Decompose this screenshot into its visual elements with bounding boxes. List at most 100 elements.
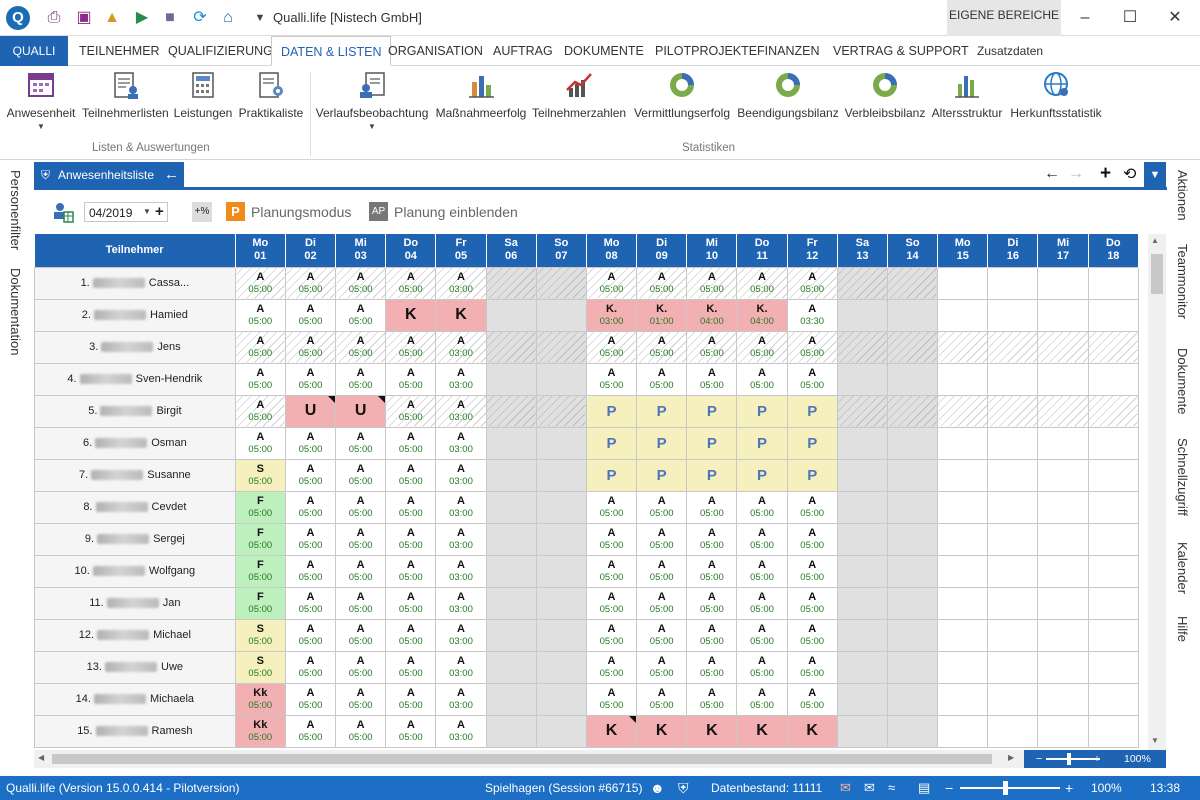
attendance-cell[interactable]: A 05:00 [335,586,387,620]
attendance-cell[interactable] [987,522,1039,556]
table-row[interactable]: 13. Uwe S 05:00 A 05:00 A 05:00 A 05:00 A 03:00 A 05… [34,650,1140,684]
attendance-cell[interactable]: A 03:00 [435,522,487,556]
column-header-day[interactable]: Do 11 [736,234,788,267]
attendance-cell[interactable] [987,394,1039,428]
layout-icon[interactable]: ▤ [918,776,930,800]
column-header-day[interactable]: Do 04 [385,234,437,267]
attendance-cell[interactable] [535,586,587,620]
vertical-scroll-thumb[interactable] [1151,254,1163,294]
attendance-cell[interactable] [485,586,537,620]
table-row[interactable]: 7. Susanne S 05:00 A 05:00 A 05:00 A 05:00 A 03:00… [34,458,1140,492]
attendance-cell[interactable] [937,330,989,364]
attendance-cell[interactable]: A 05:00 [335,362,387,396]
attendance-cell[interactable] [535,682,587,716]
attendance-cell[interactable] [1087,682,1140,716]
attendance-cell[interactable]: A 05:00 [585,682,638,716]
minimize-button[interactable]: – [1070,6,1100,30]
teammonitor-tab[interactable]: Teammonitor [1175,244,1190,319]
attendance-cell[interactable]: A 05:00 [686,266,738,300]
personenfilter-tab[interactable]: Personenfilter [8,170,23,250]
tab-organisation[interactable]: ORGANISATION [388,36,483,66]
massnahmeerfolg-button[interactable]: Maßnahmeerfolg [434,70,528,120]
attendance-cell[interactable]: A 05:00 [786,618,838,652]
attendance-cell[interactable] [836,618,888,652]
tab-daten-listen[interactable]: DATEN & LISTEN [271,36,392,66]
attendance-cell[interactable] [987,714,1039,748]
attendance-cell[interactable]: A 05:00 [736,554,788,588]
table-row[interactable]: 9. Sergej F 05:00 A 05:00 A 05:00 A 05:00 A 03:00 A… [34,522,1140,556]
attendance-cell[interactable] [836,586,888,620]
attendance-cell[interactable] [1037,522,1089,556]
attendance-cell[interactable]: A 05:00 [786,682,838,716]
attendance-cell[interactable]: K. 01:00 [636,298,688,332]
attendance-cell[interactable]: A 05:00 [585,650,638,684]
attendance-cell[interactable]: A 05:00 [736,330,788,364]
attendance-cell[interactable]: P [585,426,638,460]
attendance-cell[interactable] [987,490,1039,524]
attendance-cell[interactable] [535,394,587,428]
app-logo-icon[interactable]: Q [6,6,30,30]
attendance-cell[interactable]: F 05:00 [234,586,286,620]
attendance-cell[interactable]: A 03:00 [435,586,487,620]
attendance-cell[interactable]: K. 04:00 [686,298,738,332]
attendance-cell[interactable]: A 05:00 [335,522,387,556]
column-header-teilnehmer[interactable]: Teilnehmer [34,234,236,267]
attendance-cell[interactable] [1087,522,1140,556]
attendance-cell[interactable] [836,330,888,364]
attendance-cell[interactable]: P [686,426,738,460]
attendance-cell[interactable] [987,682,1039,716]
month-add-icon[interactable]: + [155,203,164,220]
attendance-cell[interactable] [987,618,1039,652]
attendance-cell[interactable]: A 05:00 [786,650,838,684]
attendance-cell[interactable]: A 05:00 [284,682,337,716]
attendance-cell[interactable]: A 05:00 [686,490,738,524]
attendance-cell[interactable]: A 05:00 [385,650,437,684]
attendance-cell[interactable] [1037,554,1089,588]
attendance-cell[interactable]: K [385,298,437,332]
attendance-cell[interactable] [1037,650,1089,684]
attendance-cell[interactable] [485,298,537,332]
attendance-cell[interactable]: A 05:00 [385,330,437,364]
attendance-cell[interactable] [937,714,989,748]
participant-name-cell[interactable]: 11. Jan [34,586,236,620]
attendance-cell[interactable] [1037,330,1089,364]
percent-button[interactable]: +% [192,202,212,222]
attendance-cell[interactable] [485,714,537,748]
panel-menu-dropdown-icon[interactable]: ▼ [1144,162,1166,188]
attendance-cell[interactable] [937,394,989,428]
participant-name-cell[interactable]: 15. Ramesh [34,714,236,748]
attendance-cell[interactable] [886,586,939,620]
attendance-cell[interactable] [535,458,587,492]
attendance-cell[interactable]: A 05:00 [585,554,638,588]
attendance-cell[interactable] [937,298,989,332]
attendance-cell[interactable]: A 05:00 [385,266,437,300]
tab-zusatzdaten[interactable]: Zusatzdaten [977,36,1043,66]
attendance-cell[interactable]: A 03:00 [435,650,487,684]
attendance-cell[interactable] [886,650,939,684]
attendance-cell[interactable]: U [284,394,337,428]
table-row[interactable]: 6. Osman A 05:00 A 05:00 A 05:00 A 05:00 A 03:00 P P… [34,426,1140,460]
attendance-cell[interactable]: A 05:00 [636,330,688,364]
attendance-cell[interactable]: A 05:00 [284,266,337,300]
table-row[interactable]: 5. Birgit A 05:00 U U A 05:00 A 03:00 P P P P P [34,394,1140,428]
zoom-out-icon[interactable]: − [945,776,953,800]
column-header-day[interactable]: Mo 15 [937,234,989,267]
attendance-cell[interactable]: A 05:00 [736,362,788,396]
attendance-cell[interactable] [886,394,939,428]
attendance-cell[interactable]: A 05:00 [284,330,337,364]
attendance-cell[interactable]: A 05:00 [385,458,437,492]
attendance-cell[interactable]: A 05:00 [335,714,387,748]
attendance-cell[interactable]: P [686,394,738,428]
attendance-cell[interactable]: P [636,458,688,492]
attendance-cell[interactable]: S 05:00 [234,618,286,652]
participant-name-cell[interactable]: 8. Cevdet [34,490,236,524]
table-row[interactable]: 15. Ramesh Kk 05:00 A 05:00 A 05:00 A 05:00 A 03:0… [34,714,1140,748]
attendance-cell[interactable]: A 05:00 [284,650,337,684]
attendance-cell[interactable] [1087,426,1140,460]
attendance-cell[interactable]: P [786,458,838,492]
attendance-cell[interactable] [1037,458,1089,492]
attendance-cell[interactable]: A 05:00 [335,458,387,492]
attendance-cell[interactable]: P [636,394,688,428]
attendance-cell[interactable] [836,650,888,684]
attendance-cell[interactable] [836,458,888,492]
